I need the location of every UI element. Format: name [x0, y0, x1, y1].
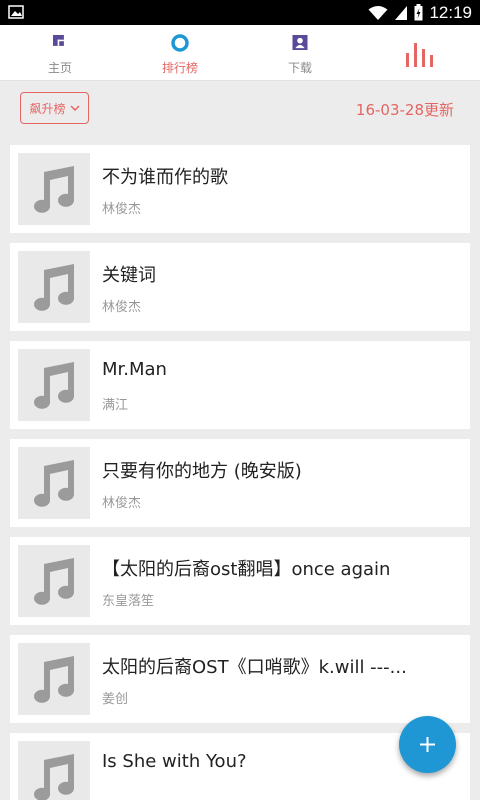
battery-icon: [414, 4, 423, 21]
music-note-icon: [34, 166, 75, 213]
song-title: 只要有你的地方 (晚安版): [102, 461, 302, 482]
nav-charts[interactable]: 排行榜: [120, 25, 240, 81]
song-item[interactable]: 太阳的后裔OST《口哨歌》k.will ---... 姜创: [10, 635, 470, 723]
song-title: 不为谁而作的歌: [102, 167, 228, 188]
nav-download[interactable]: 下载: [240, 25, 360, 81]
chevron-down-icon: [69, 105, 80, 111]
song-title: 太阳的后裔OST《口哨歌》k.will ---...: [102, 657, 407, 678]
music-note-icon: [34, 460, 75, 507]
home-grid-icon: [53, 35, 64, 46]
chart-type-dropdown[interactable]: 飙升榜: [20, 92, 89, 124]
music-note-icon: [34, 362, 75, 409]
song-artist: 林俊杰: [102, 300, 142, 315]
nav-equalizer[interactable]: [360, 25, 480, 81]
filter-row: 飙升榜 16-03-28更新: [0, 81, 480, 135]
album-art: [18, 741, 90, 800]
song-artist: 姜创: [102, 692, 129, 707]
plus-icon: [420, 737, 435, 752]
add-fab-button[interactable]: [399, 716, 456, 773]
update-date: 16-03-28更新: [355, 101, 454, 119]
song-title: Mr.Man: [102, 359, 167, 380]
song-title: 【太阳的后裔ost翻唱】once again: [102, 559, 391, 580]
song-artist: 林俊杰: [102, 496, 142, 511]
status-bar: 12:19: [0, 0, 480, 25]
top-navigation: 主页 排行榜 下载: [0, 25, 480, 81]
music-note-icon: [34, 264, 75, 311]
album-art: [18, 643, 90, 715]
nav-home-label: 主页: [47, 61, 72, 75]
nav-charts-label: 排行榜: [161, 61, 198, 75]
music-note-icon: [34, 656, 75, 703]
song-artist: 东皇落笙: [102, 594, 155, 609]
song-item[interactable]: Mr.Man 满江: [10, 341, 470, 429]
clock: 12:19: [429, 2, 472, 22]
wifi-icon: [368, 5, 388, 20]
status-icons: 12:19: [368, 2, 472, 23]
song-list: 不为谁而作的歌 林俊杰 关键词 林俊杰 Mr.Man 满江 只要有你的地方 (晚…: [10, 145, 470, 800]
song-item[interactable]: 不为谁而作的歌 林俊杰: [10, 145, 470, 233]
chart-circle-icon: [171, 34, 189, 52]
music-note-icon: [34, 754, 75, 800]
music-note-icon: [34, 558, 75, 605]
album-art: [18, 349, 90, 421]
album-art: [18, 251, 90, 323]
song-item[interactable]: 只要有你的地方 (晚安版) 林俊杰: [10, 439, 470, 527]
user-download-icon: [292, 35, 308, 50]
song-title: 关键词: [102, 265, 156, 286]
album-art: [18, 545, 90, 617]
image-notification-icon: [8, 5, 24, 19]
song-item[interactable]: 关键词 林俊杰: [10, 243, 470, 331]
equalizer-icon: [406, 43, 433, 67]
signal-icon: [395, 5, 408, 20]
song-artist: 林俊杰: [102, 202, 142, 217]
nav-home[interactable]: 主页: [0, 25, 120, 81]
album-art: [18, 447, 90, 519]
song-artist: 满江: [102, 398, 129, 413]
album-art: [18, 153, 90, 225]
nav-download-label: 下载: [287, 61, 312, 75]
song-item[interactable]: 【太阳的后裔ost翻唱】once again 东皇落笙: [10, 537, 470, 625]
dropdown-label: 飙升榜: [29, 101, 66, 116]
